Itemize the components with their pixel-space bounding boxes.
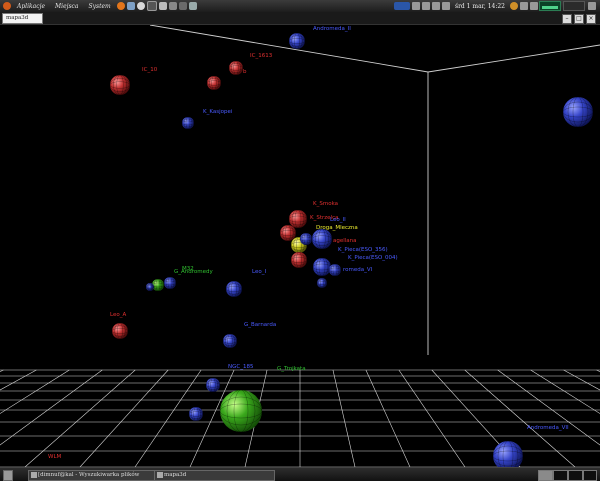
galaxy-sphere: [163, 276, 177, 290]
galaxy-label: K_Pieca(ESO_004): [348, 255, 398, 261]
galaxy-sphere: [222, 333, 238, 349]
galaxy-label: G_Andromedy: [174, 269, 213, 275]
galaxy-label: Andromeda_VII: [527, 425, 569, 431]
taskbar-item-file-search[interactable]: [dimnuf@kal - Wyszukiwarka plików: [28, 470, 157, 481]
tray-icon-3[interactable]: [431, 2, 440, 10]
galaxy-sphere: [288, 32, 306, 50]
galaxy-sphere: [288, 209, 308, 229]
app-launcher-2-icon[interactable]: [178, 2, 187, 10]
galaxy-label: agellana: [333, 238, 357, 244]
workspace-2[interactable]: [553, 470, 568, 481]
bounding-box-edges: [149, 25, 600, 355]
logout-icon[interactable]: [588, 2, 596, 10]
search-icon: [31, 472, 37, 478]
tray-icon-1[interactable]: [411, 2, 420, 10]
tray-icon-2[interactable]: [421, 2, 430, 10]
galaxy-label: K_Smoka: [313, 201, 339, 207]
weather-icon[interactable]: [510, 2, 518, 10]
taskbar-item-mapa3d[interactable]: mapa3d: [154, 470, 275, 481]
workspace-4[interactable]: [583, 470, 597, 481]
app-launcher-icon[interactable]: [168, 2, 177, 10]
galaxy-sphere: [562, 96, 594, 128]
editor-launcher-icon[interactable]: [158, 2, 167, 10]
galaxy-sphere: [205, 377, 221, 393]
scene-canvas: [0, 25, 600, 467]
memory-monitor-graph[interactable]: [563, 1, 585, 11]
galaxy-sphere: [492, 440, 524, 467]
galaxy-sphere: [145, 282, 155, 292]
mail-launcher-icon[interactable]: [126, 2, 135, 10]
galaxy-label: b: [243, 69, 247, 75]
top-panel: Aplikacje Miejsca System śrd 1 mar, 14:2…: [0, 0, 600, 12]
galaxy-sphere: [279, 224, 297, 242]
tray-icon-4[interactable]: [520, 2, 528, 10]
galaxy-label: Droga_Mleczna: [316, 225, 358, 231]
galaxy-label: G_Barnarda: [244, 322, 277, 328]
galaxy-label: K_Kasjopei: [203, 109, 233, 115]
panel-clock[interactable]: śrd 1 mar, 14:22: [455, 3, 505, 10]
close-button[interactable]: ×: [586, 14, 596, 24]
galaxy-sphere: [109, 74, 131, 96]
galaxy-label: Leo_II: [330, 217, 346, 223]
taskbar-item-label: mapa3d: [164, 472, 187, 478]
app-window-icon: [157, 472, 163, 478]
galaxy-label: IC_1613: [250, 53, 273, 59]
galaxy-label: Leo_I: [252, 269, 267, 275]
terminal-launcher-icon[interactable]: [146, 1, 157, 11]
galaxy-sphere: [181, 116, 195, 130]
galaxy-sphere: [225, 280, 243, 298]
menu-applications[interactable]: Aplikacje: [12, 3, 50, 10]
galaxy-sphere: [311, 228, 333, 250]
galaxy-sphere: [316, 277, 328, 289]
workspace-3[interactable]: [568, 470, 583, 481]
galaxy-sphere: [219, 389, 263, 433]
galaxy-sphere: [111, 322, 129, 340]
galaxy-sphere: [206, 75, 222, 91]
firefox-launcher-icon[interactable]: [116, 2, 125, 10]
galaxy-sphere: [312, 257, 332, 277]
galaxy-label: romeda_VI: [343, 267, 373, 273]
galaxy-label: Leo_A: [110, 312, 127, 318]
galaxy-label: WLM: [48, 454, 62, 460]
menu-places[interactable]: Miejsca: [50, 3, 84, 10]
cpu-monitor-graph[interactable]: [539, 1, 561, 11]
volume-icon[interactable]: [441, 2, 450, 10]
galaxy-sphere: [290, 251, 308, 269]
window-title[interactable]: mapa3d: [2, 13, 43, 24]
minimize-button[interactable]: –: [562, 14, 572, 24]
galaxy-label: Andromeda_II: [313, 26, 351, 32]
galaxy-sphere: [151, 278, 165, 292]
galaxy-label: K_Pieca(ESO_356): [338, 247, 388, 253]
show-desktop-button[interactable]: [3, 470, 13, 481]
tray-icon-5[interactable]: [530, 2, 538, 10]
bottom-panel: [dimnuf@kal - Wyszukiwarka plików mapa3d: [0, 467, 600, 481]
galaxy-sphere: [228, 60, 244, 76]
help-launcher-icon[interactable]: [136, 2, 145, 10]
galaxy-3d-viewport[interactable]: Andromeda_II IC_1613 IC_10 b K_Kasjopei K_Smo…: [0, 25, 600, 467]
galaxy-label: IC_10: [142, 67, 158, 73]
taskbar-item-label: [dimnuf@kal - Wyszukiwarka plików: [38, 472, 140, 478]
network-monitor-icon[interactable]: [393, 2, 410, 10]
ubuntu-logo-icon[interactable]: [3, 2, 11, 10]
galaxy-sphere: [188, 406, 204, 422]
galaxy-label: G_Trojkata: [277, 366, 306, 372]
menu-system[interactable]: System: [84, 3, 116, 10]
galaxy-sphere: [299, 232, 313, 246]
app-launcher-3-icon[interactable]: [188, 2, 197, 10]
window-title-bar: mapa3d – □ ×: [0, 12, 600, 25]
galaxy-sphere: [328, 263, 342, 277]
workspace-1[interactable]: [538, 470, 553, 481]
galaxy-label: NGC_185: [228, 364, 254, 370]
maximize-button[interactable]: □: [574, 14, 584, 24]
